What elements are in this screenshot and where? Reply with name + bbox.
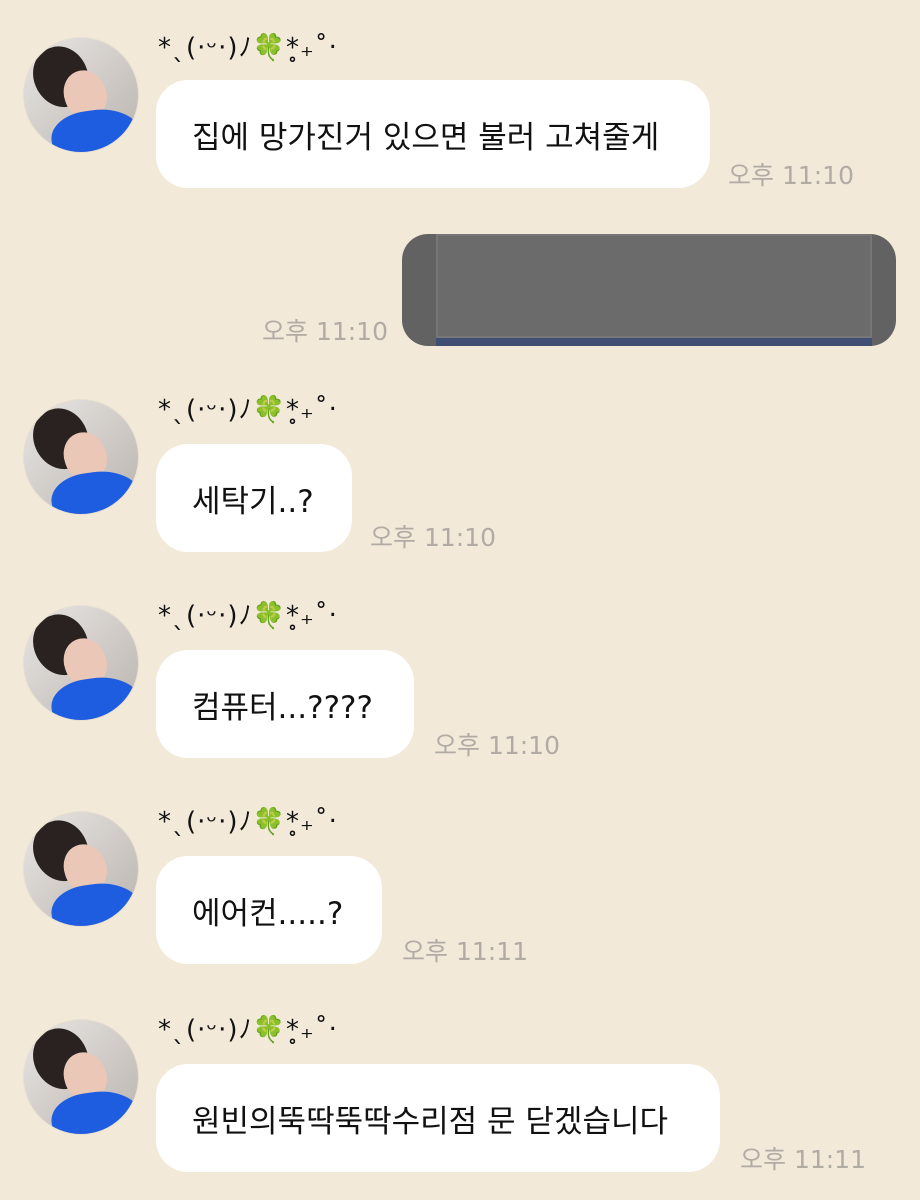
message-time: 오후 11:10 [728,161,854,190]
sender-name: *ˎ(·ᵕ·)ﾉ🍀*̥₊˚‧ [158,807,338,837]
message-time: 오후 11:10 [434,731,560,760]
chat-thread: *ˎ(·ᵕ·)ﾉ🍀*̥₊˚‧ 집에 망가진거 있으면 불러 고쳐줄게 오후 11… [0,0,920,1200]
message-bubble[interactable]: 컴퓨터...???? [156,650,414,758]
message-time: 오후 11:11 [740,1145,866,1174]
message-time: 오후 11:10 [262,317,388,346]
message-time: 오후 11:11 [402,937,528,966]
avatar[interactable] [24,1020,138,1134]
message-bubble[interactable]: 집에 망가진거 있으면 불러 고쳐줄게 [156,80,710,188]
sender-name: *ˎ(·ᵕ·)ﾉ🍀*̥₊˚‧ [158,33,338,63]
message-bubble[interactable]: 세탁기..? [156,444,352,552]
sender-name: *ˎ(·ᵕ·)ﾉ🍀*̥₊˚‧ [158,1015,338,1045]
message-bubble[interactable]: 원빈의뚝딱뚝딱수리점 문 닫겠습니다 [156,1064,720,1172]
avatar[interactable] [24,400,138,514]
sender-name: *ˎ(·ᵕ·)ﾉ🍀*̥₊˚‧ [158,601,338,631]
image-preview-edge [436,338,872,346]
image-message-bubble[interactable] [402,234,896,346]
image-preview [436,234,872,338]
avatar[interactable] [24,812,138,926]
sender-name: *ˎ(·ᵕ·)ﾉ🍀*̥₊˚‧ [158,395,338,425]
avatar[interactable] [24,38,138,152]
message-bubble[interactable]: 에어컨.....? [156,856,382,964]
avatar[interactable] [24,606,138,720]
message-time: 오후 11:10 [370,523,496,552]
